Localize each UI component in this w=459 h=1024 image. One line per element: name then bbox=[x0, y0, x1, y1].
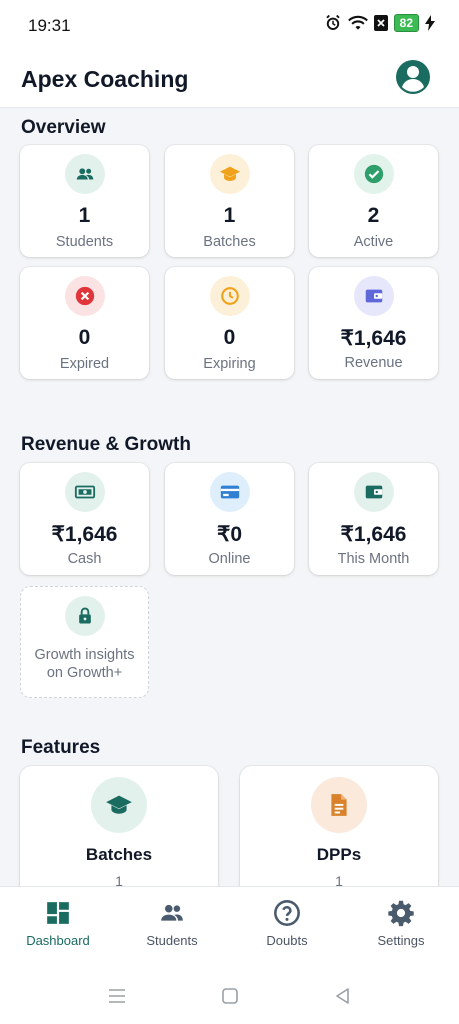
nav-settings[interactable]: Settings bbox=[344, 887, 458, 967]
clock-icon bbox=[209, 276, 250, 316]
document-icon bbox=[311, 777, 367, 833]
growth-insights-line1: Growth insights bbox=[34, 647, 135, 663]
wallet-icon bbox=[353, 276, 394, 316]
growth-insights-line2: on Growth+ bbox=[46, 665, 123, 681]
batches-count: 1 bbox=[223, 204, 236, 227]
nav-dashboard[interactable]: Dashboard bbox=[1, 887, 115, 967]
dashboard-content[interactable]: Overview 1 Students 1 Batches 2 Active 0… bbox=[0, 109, 459, 886]
feature-batches-name: Batches bbox=[85, 845, 153, 864]
check-circle-icon bbox=[353, 154, 394, 194]
people-icon bbox=[64, 154, 105, 194]
nav-settings-label: Settings bbox=[377, 933, 425, 948]
people-icon bbox=[115, 899, 229, 927]
features-title: Features bbox=[21, 737, 101, 758]
feature-dpps-card[interactable]: DPPs 1 bbox=[240, 766, 438, 886]
no-sim-icon bbox=[373, 15, 388, 31]
home-icon[interactable] bbox=[220, 986, 240, 1006]
feature-dpps-name: DPPs bbox=[316, 845, 362, 864]
wifi-icon bbox=[347, 15, 368, 30]
battery-level: 82 bbox=[393, 14, 419, 32]
expired-label: Expired bbox=[59, 356, 110, 372]
status-icons: 82 bbox=[324, 14, 435, 32]
expiring-count: 0 bbox=[223, 326, 236, 349]
gear-icon bbox=[344, 899, 458, 927]
expired-count: 0 bbox=[78, 326, 91, 349]
status-bar: 19:31 82 bbox=[0, 0, 459, 50]
this-month-stat-card[interactable]: ₹1,646 This Month bbox=[309, 463, 438, 575]
this-month-label: This Month bbox=[337, 551, 410, 567]
feature-batches-card[interactable]: Batches 1 bbox=[20, 766, 218, 886]
expired-stat-card[interactable]: 0 Expired bbox=[20, 267, 149, 379]
cash-stat-card[interactable]: ₹1,646 Cash bbox=[20, 463, 149, 575]
active-stat-card[interactable]: 2 Active bbox=[309, 145, 438, 257]
batches-stat-card[interactable]: 1 Batches bbox=[165, 145, 294, 257]
feature-dpps-count: 1 bbox=[335, 873, 343, 886]
students-label: Students bbox=[55, 234, 114, 250]
nav-dashboard-label: Dashboard bbox=[26, 933, 90, 948]
revenue-growth-title: Revenue & Growth bbox=[21, 434, 191, 455]
menu-icon[interactable] bbox=[107, 986, 127, 1006]
back-icon[interactable] bbox=[333, 986, 353, 1006]
system-navigation-bar bbox=[0, 966, 459, 1024]
growth-insights-locked-card[interactable]: Growth insights on Growth+ bbox=[20, 586, 149, 698]
cash-label: Cash bbox=[67, 551, 102, 567]
bottom-navigation: Dashboard Students Doubts Settings bbox=[0, 886, 459, 966]
status-time: 19:31 bbox=[28, 16, 71, 35]
this-month-amount: ₹1,646 bbox=[340, 523, 407, 546]
question-icon bbox=[230, 899, 344, 927]
revenue-stat-card[interactable]: ₹1,646 Revenue bbox=[309, 267, 438, 379]
charging-icon bbox=[425, 15, 435, 31]
students-stat-card[interactable]: 1 Students bbox=[20, 145, 149, 257]
online-stat-card[interactable]: ₹0 Online bbox=[165, 463, 294, 575]
students-count: 1 bbox=[78, 204, 91, 227]
expiring-stat-card[interactable]: 0 Expiring bbox=[165, 267, 294, 379]
app-title: Apex Coaching bbox=[21, 66, 189, 92]
growth-insights-label: Growth insights on Growth+ bbox=[21, 646, 148, 682]
graduation-cap-icon bbox=[209, 154, 250, 194]
cancel-icon bbox=[64, 276, 105, 316]
active-label: Active bbox=[353, 234, 394, 250]
active-count: 2 bbox=[367, 204, 380, 227]
lock-icon bbox=[64, 596, 105, 636]
nav-doubts-label: Doubts bbox=[266, 933, 308, 948]
graduation-cap-icon bbox=[91, 777, 147, 833]
credit-card-icon bbox=[209, 472, 250, 512]
cash-icon bbox=[64, 472, 105, 512]
profile-avatar-icon[interactable] bbox=[395, 59, 431, 95]
dashboard-icon bbox=[1, 899, 115, 927]
revenue-label: Revenue bbox=[344, 355, 403, 371]
nav-doubts[interactable]: Doubts bbox=[230, 887, 344, 967]
nav-students[interactable]: Students bbox=[115, 887, 229, 967]
feature-batches-count: 1 bbox=[115, 873, 123, 886]
overview-title: Overview bbox=[21, 117, 106, 138]
alarm-icon bbox=[325, 14, 340, 30]
expiring-label: Expiring bbox=[203, 356, 256, 372]
wallet-icon bbox=[353, 472, 394, 512]
revenue-amount: ₹1,646 bbox=[340, 327, 407, 350]
batches-label: Batches bbox=[203, 234, 256, 250]
online-label: Online bbox=[208, 551, 251, 567]
online-amount: ₹0 bbox=[216, 523, 243, 546]
cash-amount: ₹1,646 bbox=[51, 523, 118, 546]
app-bar: Apex Coaching bbox=[0, 50, 459, 108]
nav-students-label: Students bbox=[146, 933, 198, 948]
